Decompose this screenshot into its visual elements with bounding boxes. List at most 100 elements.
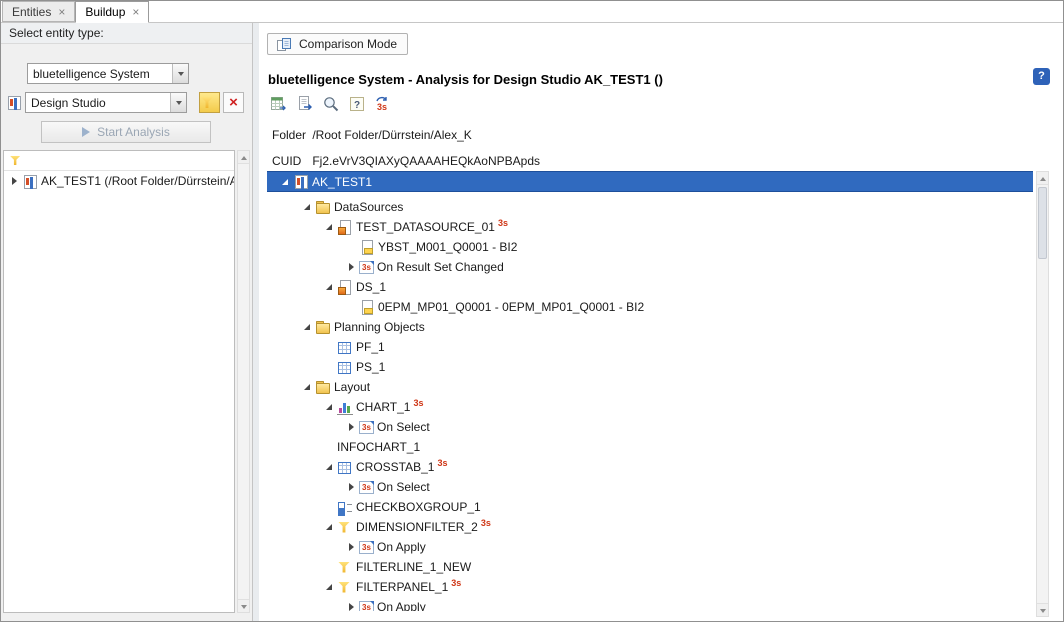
collapse-arrow-icon[interactable] <box>323 220 337 234</box>
select-entity-type-label: Select entity type: <box>1 23 252 44</box>
comparison-mode-label: Comparison Mode <box>299 37 397 51</box>
tree-node-filterline-1-new[interactable]: FILTERLINE_1_NEW <box>267 557 1033 577</box>
system-combobox-value: bluetelligence System <box>28 64 172 83</box>
tree-node-infochart-1[interactable]: INFOCHART_1 <box>267 437 1033 457</box>
analysis-panel: Comparison Mode bluetelligence System - … <box>259 23 1063 621</box>
edit-filter-button[interactable] <box>199 92 220 113</box>
script3s-icon: 3s <box>359 261 374 274</box>
tree-node-checkboxgroup-1[interactable]: CHECKBOXGROUP_1 <box>267 497 1033 517</box>
tab-bar: Entities × Buildup × <box>1 1 1063 23</box>
entity-row-label: AK_TEST1 (/Root Folder/Dürrstein/Ale <box>41 174 234 188</box>
query-icon <box>359 240 375 255</box>
folder-icon <box>315 380 331 395</box>
start-analysis-label: Start Analysis <box>97 125 170 139</box>
3s-badge: 3s <box>413 398 423 408</box>
start-analysis-button[interactable]: Start Analysis <box>41 121 211 143</box>
tree-node-on-select[interactable]: 3sOn Select <box>267 477 1033 497</box>
collapse-arrow-icon[interactable] <box>323 280 337 294</box>
tree-node-filterpanel-1[interactable]: FILTERPANEL_13s <box>267 577 1033 597</box>
close-icon[interactable]: × <box>58 6 65 18</box>
expand-arrow-icon[interactable] <box>8 174 22 188</box>
filter-icon <box>337 520 353 535</box>
tree-node-layout[interactable]: Layout <box>267 377 1033 397</box>
expand-arrow-icon[interactable] <box>345 420 359 434</box>
folder-icon <box>315 320 331 335</box>
expand-arrow-icon[interactable] <box>345 480 359 494</box>
tree-node-ak-test1[interactable]: AK_TEST1 <box>267 171 1033 192</box>
tree-node-crosstab-1[interactable]: CROSSTAB_13s <box>267 457 1033 477</box>
chart-icon <box>337 400 353 415</box>
tab-buildup[interactable]: Buildup × <box>75 1 149 23</box>
refresh-3s-icon[interactable]: 3s <box>374 96 392 112</box>
filter-row[interactable] <box>4 151 234 171</box>
tree-node-test-datasource-01[interactable]: TEST_DATASOURCE_013s <box>267 217 1033 237</box>
tree-node-dimensionfilter-2[interactable]: DIMENSIONFILTER_23s <box>267 517 1033 537</box>
tree-node-datasources[interactable]: DataSources <box>267 197 1033 217</box>
export-document-icon[interactable] <box>296 96 314 112</box>
application-icon <box>22 174 38 189</box>
entity-list: AK_TEST1 (/Root Folder/Dürrstein/Ale <box>3 150 235 613</box>
chevron-down-icon[interactable] <box>170 93 186 112</box>
collapse-arrow-icon[interactable] <box>301 380 315 394</box>
checkboxgroup-icon <box>337 500 353 515</box>
tab-entities[interactable]: Entities × <box>2 1 75 22</box>
application-window: Entities × Buildup × Select entity type:… <box>0 0 1064 622</box>
tree-node-label: On Select <box>377 480 432 494</box>
zoom-icon[interactable] <box>322 96 340 112</box>
cuid-label: CUID <box>272 154 309 168</box>
collapse-arrow-icon[interactable] <box>301 200 315 214</box>
tree-node-ybst-m001-q0001-bi2[interactable]: YBST_M001_Q0001 - BI2 <box>267 237 1033 257</box>
entity-type-combobox[interactable]: Design Studio <box>25 92 187 113</box>
collapse-arrow-icon[interactable] <box>323 460 337 474</box>
tree-node-on-select[interactable]: 3sOn Select <box>267 417 1033 437</box>
scroll-down-icon[interactable] <box>238 599 249 612</box>
collapse-arrow-icon[interactable] <box>323 520 337 534</box>
folder-icon <box>315 200 331 215</box>
crosstab-icon <box>337 460 353 475</box>
expand-arrow-icon[interactable] <box>345 600 359 611</box>
clear-filter-button[interactable]: × <box>223 92 244 113</box>
entity-row[interactable]: AK_TEST1 (/Root Folder/Dürrstein/Ale <box>4 171 234 191</box>
expand-arrow-icon[interactable] <box>345 260 359 274</box>
close-icon[interactable]: × <box>132 6 139 18</box>
scroll-up-icon[interactable] <box>238 151 249 164</box>
tree-node-planning-objects[interactable]: Planning Objects <box>267 317 1033 337</box>
folder-row: Folder /Root Folder/Dürrstein/Alex_K <box>272 128 472 142</box>
expand-arrow-icon[interactable] <box>345 540 359 554</box>
tree-node-ps-1[interactable]: PS_1 <box>267 357 1033 377</box>
tree-node-ds-1[interactable]: DS_1 <box>267 277 1033 297</box>
collapse-arrow-icon[interactable] <box>323 580 337 594</box>
excel-export-icon[interactable] <box>270 96 288 112</box>
legend-icon[interactable]: ? <box>348 96 366 112</box>
collapse-arrow-icon[interactable] <box>279 175 293 189</box>
tree-node-on-apply[interactable]: 3sOn Apply <box>267 537 1033 557</box>
tree-indent-spacer <box>345 240 359 254</box>
scrollbar-thumb[interactable] <box>1038 187 1047 259</box>
system-combobox[interactable]: bluetelligence System <box>27 63 189 84</box>
comparison-mode-button[interactable]: Comparison Mode <box>267 33 408 55</box>
design-studio-icon <box>6 95 22 110</box>
datasource-icon <box>337 280 353 295</box>
copy-pages-icon <box>275 36 293 52</box>
tab-entities-label: Entities <box>12 5 51 19</box>
tree-node-0epm-mp01-q0001-0epm-mp01-q0001-bi2[interactable]: 0EPM_MP01_Q0001 - 0EPM_MP01_Q0001 - BI2 <box>267 297 1033 317</box>
tree-node-label: On Result Set Changed <box>377 260 506 274</box>
collapse-arrow-icon[interactable] <box>301 320 315 334</box>
tree-scrollbar[interactable] <box>1036 171 1049 617</box>
scroll-up-icon[interactable] <box>1037 172 1048 185</box>
help-button[interactable]: ? <box>1033 68 1050 85</box>
datasource-icon <box>337 220 353 235</box>
script3s-icon: 3s <box>359 481 374 494</box>
folder-label: Folder <box>272 128 309 142</box>
entity-list-scrollbar[interactable] <box>237 150 250 613</box>
cuid-value: Fj2.eVrV3QIAXyQAAAAHEQkAoNPBApds <box>312 154 540 168</box>
3s-badge: 3s <box>481 518 491 528</box>
collapse-arrow-icon[interactable] <box>323 400 337 414</box>
scroll-down-icon[interactable] <box>1037 603 1048 616</box>
tree-node-chart-1[interactable]: CHART_13s <box>267 397 1033 417</box>
tree-node-on-apply[interactable]: 3sOn Apply <box>267 597 1033 611</box>
tree-node-pf-1[interactable]: PF_1 <box>267 337 1033 357</box>
3s-badge: 3s <box>498 218 508 228</box>
chevron-down-icon[interactable] <box>172 64 188 83</box>
tree-node-on-result-set-changed[interactable]: 3sOn Result Set Changed <box>267 257 1033 277</box>
